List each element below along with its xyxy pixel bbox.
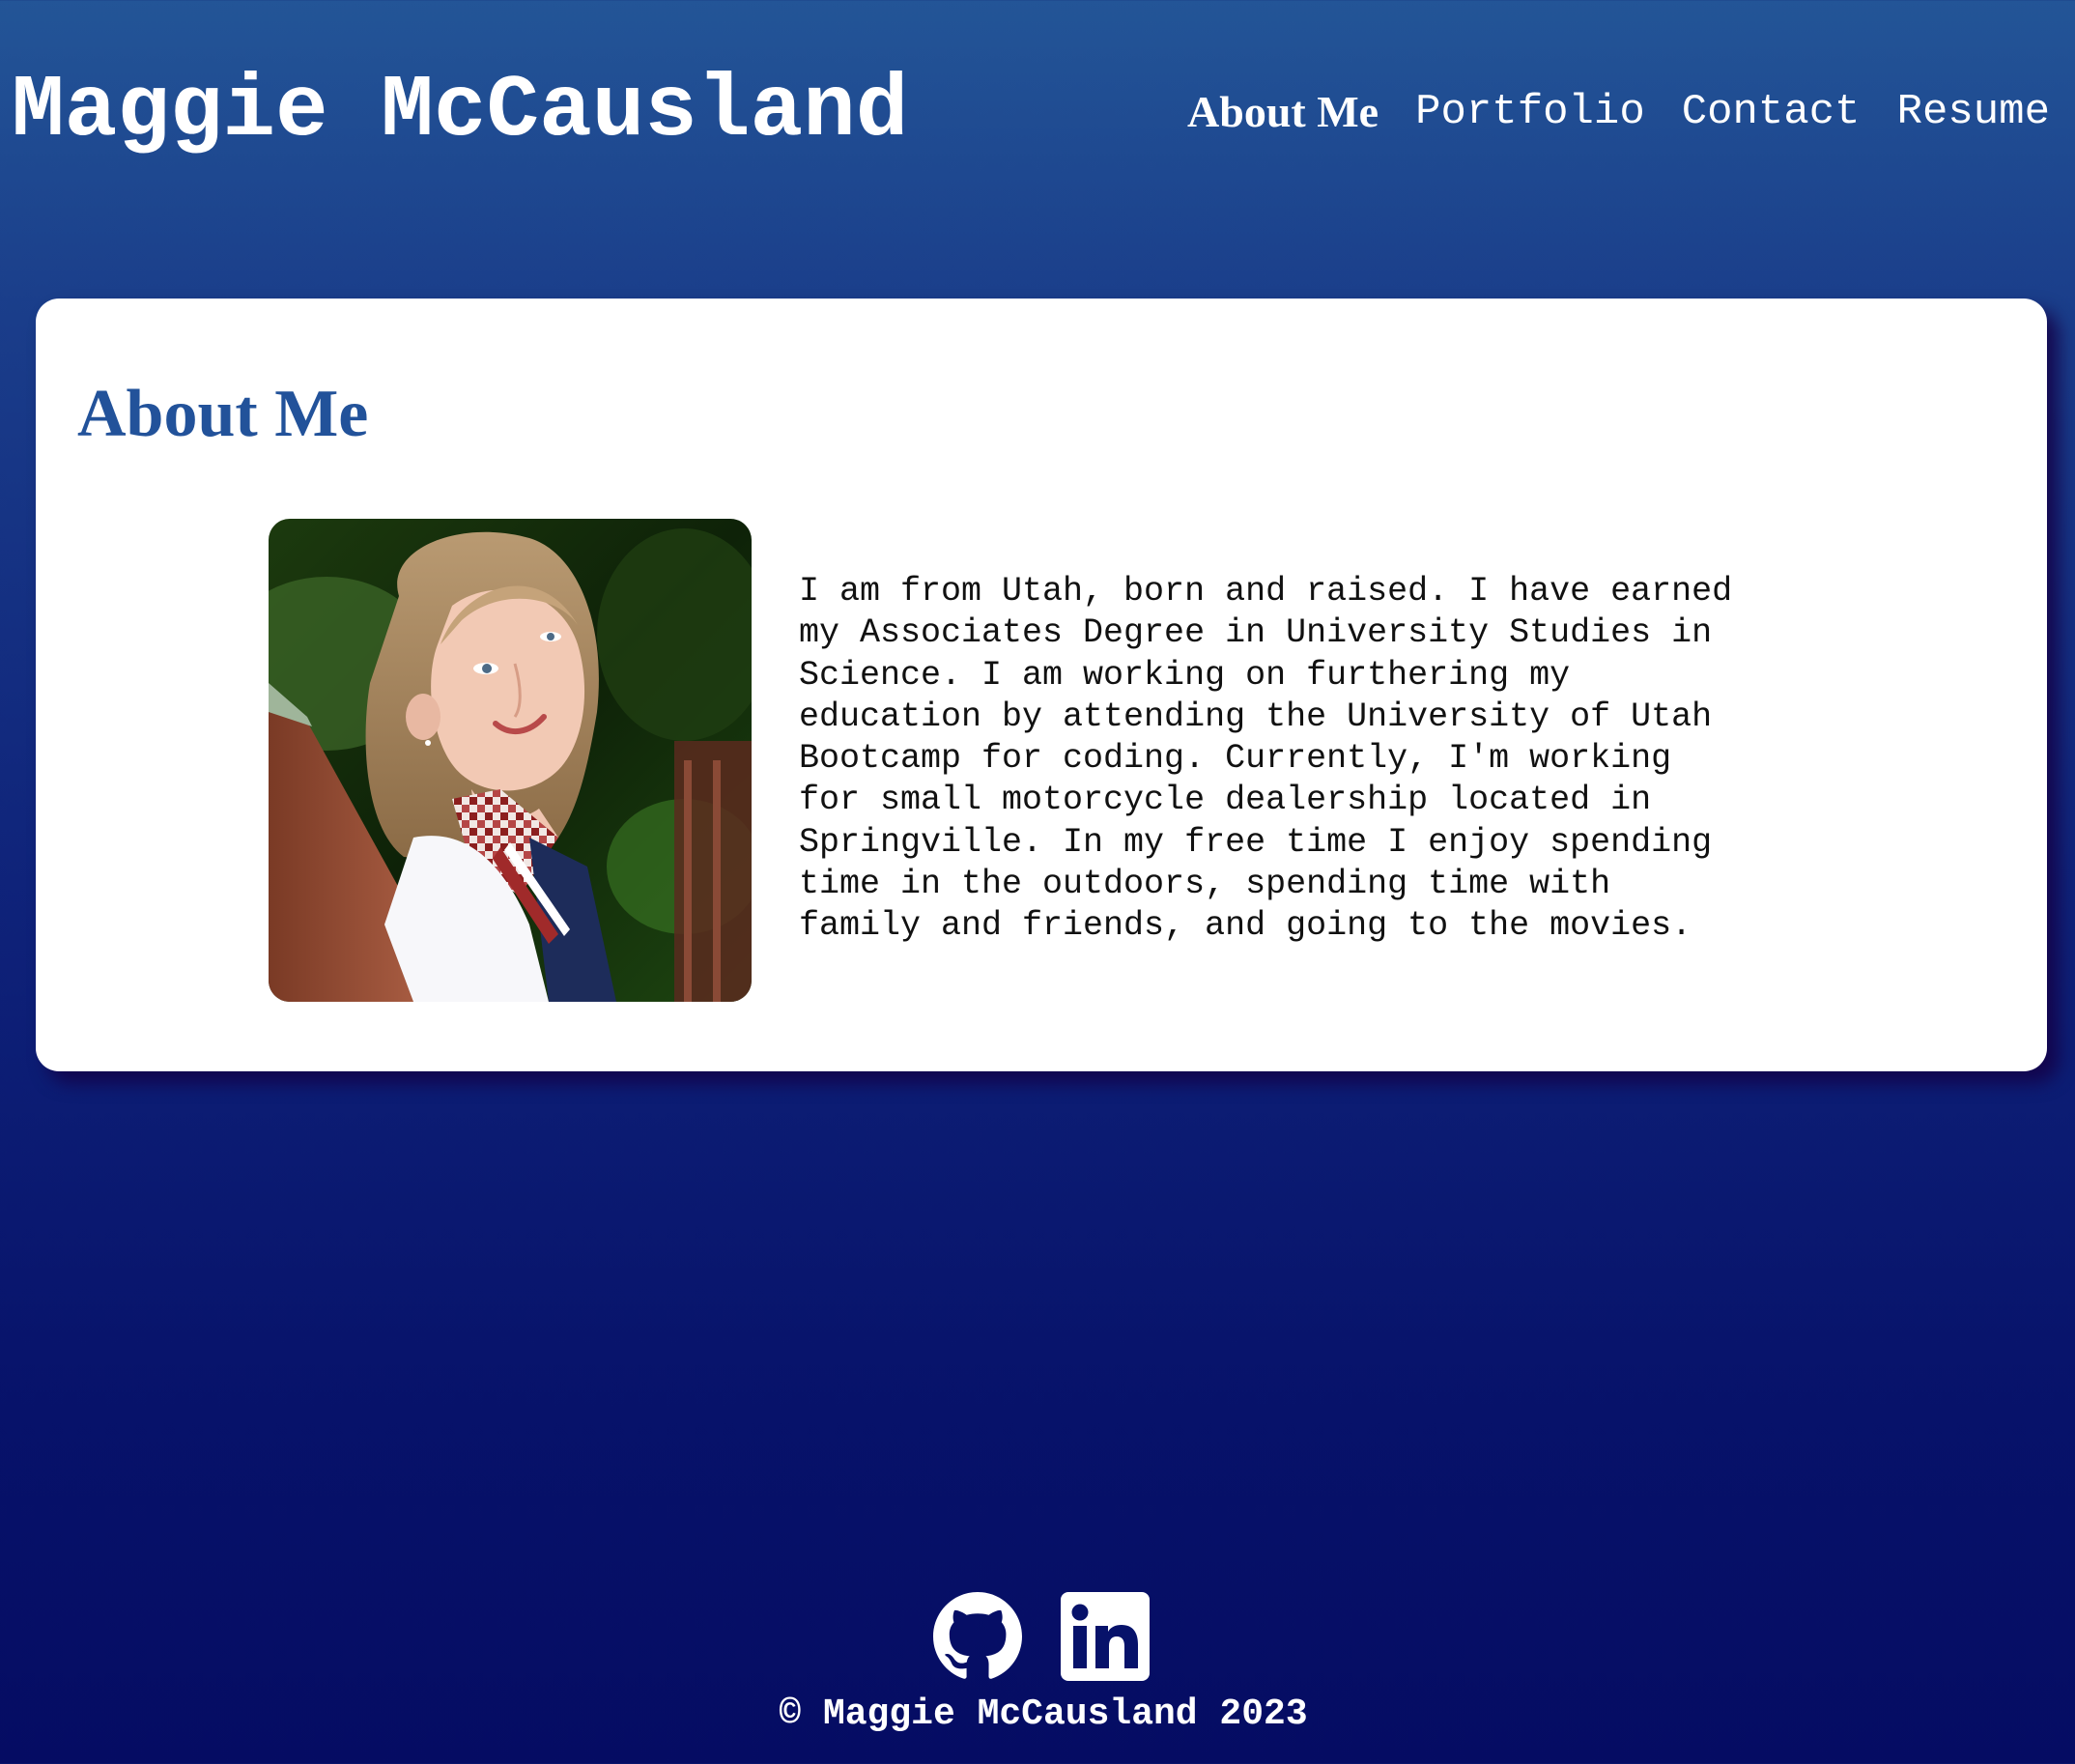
site-header: Maggie McCausland About Me Portfolio Con… [0,0,2075,232]
bio-line: family and friends, and going to the mov… [799,906,1692,946]
nav-link-portfolio[interactable]: Portfolio [1415,83,1645,141]
profile-photo [269,519,752,1002]
profile-photo-image [269,519,752,1002]
bio-line: Springville. In my free time I enjoy spe… [799,822,1713,862]
site-title: Maggie McCausland [12,62,909,161]
bio-line: Bootcamp for coding. Currently, I'm work… [799,739,1672,779]
main-nav: About Me Portfolio Contact Resume [1187,83,2050,141]
bio-line: for small motorcycle dealership located … [799,781,1652,820]
copyright-text: © Maggie McCausland 2023 [779,1693,1308,1735]
bio-text: I am from Utah, born and raised. I have … [799,571,1784,948]
bio-line: my Associates Degree in University Studi… [799,613,1713,653]
github-icon[interactable] [933,1592,1022,1686]
linkedin-icon[interactable] [1061,1592,1150,1686]
nav-link-about-me[interactable]: About Me [1187,83,1379,141]
bio-line: Science. I am working on furthering my [799,655,1571,695]
nav-link-contact[interactable]: Contact [1682,83,1861,141]
about-me-card: About Me I am from Utah, born and raised… [36,299,2047,1071]
bio-line: education by attending the University of… [799,697,1713,736]
bio-line: time in the outdoors, spending time with [799,865,1611,904]
social-links [933,1592,1150,1686]
about-me-heading: About Me [77,377,369,451]
bio-line: I am from Utah, born and raised. I have … [799,572,1733,611]
nav-link-resume[interactable]: Resume [1897,83,2050,141]
